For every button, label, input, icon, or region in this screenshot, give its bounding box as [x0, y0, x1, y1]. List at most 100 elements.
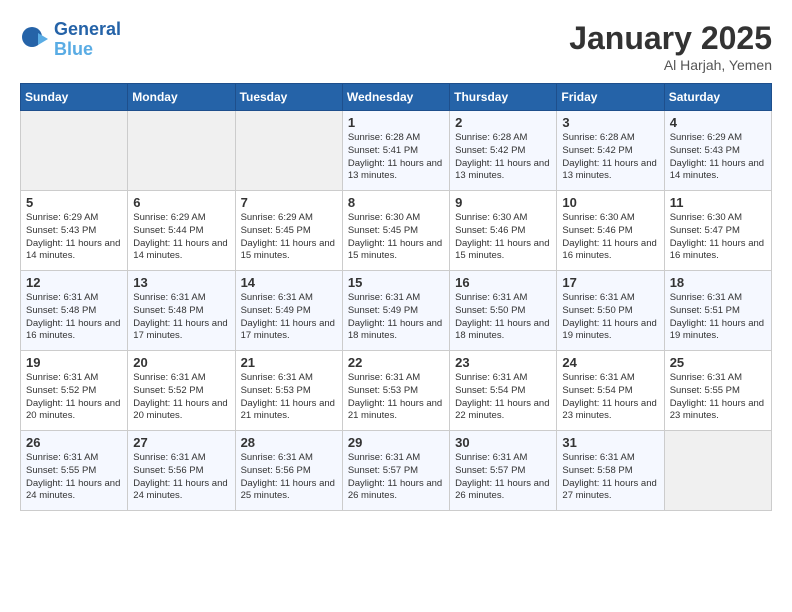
calendar-table: SundayMondayTuesdayWednesdayThursdayFrid… [20, 83, 772, 511]
day-number: 23 [455, 355, 551, 370]
cell-content: Sunrise: 6:31 AM Sunset: 5:58 PM Dayligh… [562, 452, 658, 503]
column-header-sunday: Sunday [21, 84, 128, 111]
day-number: 8 [348, 195, 444, 210]
cell-content: Sunrise: 6:28 AM Sunset: 5:41 PM Dayligh… [348, 132, 444, 183]
cell-content: Sunrise: 6:31 AM Sunset: 5:50 PM Dayligh… [562, 292, 658, 343]
calendar-week-row: 5 Sunrise: 6:29 AM Sunset: 5:43 PM Daylig… [21, 191, 772, 271]
day-number: 24 [562, 355, 658, 370]
column-header-saturday: Saturday [664, 84, 771, 111]
column-header-friday: Friday [557, 84, 664, 111]
calendar-cell: 5 Sunrise: 6:29 AM Sunset: 5:43 PM Daylig… [21, 191, 128, 271]
calendar-cell: 30Sunrise: 6:31 AM Sunset: 5:57 PM Dayli… [450, 431, 557, 511]
day-number: 6 [133, 195, 229, 210]
calendar-cell: 24Sunrise: 6:31 AM Sunset: 5:54 PM Dayli… [557, 351, 664, 431]
calendar-cell: 2 Sunrise: 6:28 AM Sunset: 5:42 PM Daylig… [450, 111, 557, 191]
day-number: 28 [241, 435, 337, 450]
cell-content: Sunrise: 6:29 AM Sunset: 5:43 PM Dayligh… [26, 212, 122, 263]
calendar-cell: 18 Sunrise: 6:31 AM Sunset: 5:51 PM Dayli… [664, 271, 771, 351]
calendar-cell: 31 Sunrise: 6:31 AM Sunset: 5:58 PM Dayli… [557, 431, 664, 511]
calendar-cell: 28 Sunrise: 6:31 AM Sunset: 5:56 PM Dayli… [235, 431, 342, 511]
day-number: 4 [670, 115, 766, 130]
day-number: 3 [562, 115, 658, 130]
day-number: 10 [562, 195, 658, 210]
calendar-cell: 1 Sunrise: 6:28 AM Sunset: 5:41 PM Daylig… [342, 111, 449, 191]
cell-content: Sunrise: 6:30 AM Sunset: 5:47 PM Dayligh… [670, 212, 766, 263]
cell-content: Sunrise: 6:31 AM Sunset: 5:49 PM Dayligh… [241, 292, 337, 343]
cell-content: Sunrise: 6:31 AM Sunset: 5:53 PM Dayligh… [348, 372, 444, 423]
calendar-cell: 23 Sunrise: 6:31 AM Sunset: 5:54 PM Dayli… [450, 351, 557, 431]
calendar-cell: 10 Sunrise: 6:30 AM Sunset: 5:46 PM Dayli… [557, 191, 664, 271]
title-block: January 2025 Al Harjah, Yemen [569, 20, 772, 73]
calendar-cell: 3Sunrise: 6:28 AM Sunset: 5:42 PM Daylig… [557, 111, 664, 191]
day-number: 7 [241, 195, 337, 210]
cell-content: Sunrise: 6:30 AM Sunset: 5:45 PM Dayligh… [348, 212, 444, 263]
day-number: 9 [455, 195, 551, 210]
calendar-week-row: 12 Sunrise: 6:31 AM Sunset: 5:48 PM Dayli… [21, 271, 772, 351]
day-number: 18 [670, 275, 766, 290]
column-header-monday: Monday [128, 84, 235, 111]
cell-content: Sunrise: 6:31 AM Sunset: 5:56 PM Dayligh… [241, 452, 337, 503]
location: Al Harjah, Yemen [569, 57, 772, 73]
day-number: 19 [26, 355, 122, 370]
cell-content: Sunrise: 6:31 AM Sunset: 5:53 PM Dayligh… [241, 372, 337, 423]
calendar-week-row: 19 Sunrise: 6:31 AM Sunset: 5:52 PM Dayli… [21, 351, 772, 431]
logo-icon [20, 25, 50, 55]
column-header-tuesday: Tuesday [235, 84, 342, 111]
calendar-week-row: 26 Sunrise: 6:31 AM Sunset: 5:55 PM Dayli… [21, 431, 772, 511]
cell-content: Sunrise: 6:31 AM Sunset: 5:48 PM Dayligh… [26, 292, 122, 343]
column-header-wednesday: Wednesday [342, 84, 449, 111]
day-number: 26 [26, 435, 122, 450]
cell-content: Sunrise: 6:31 AM Sunset: 5:56 PM Dayligh… [133, 452, 229, 503]
day-number: 27 [133, 435, 229, 450]
day-number: 29 [348, 435, 444, 450]
calendar-cell: 14 Sunrise: 6:31 AM Sunset: 5:49 PM Dayli… [235, 271, 342, 351]
cell-content: Sunrise: 6:31 AM Sunset: 5:55 PM Dayligh… [26, 452, 122, 503]
calendar-cell: 15 Sunrise: 6:31 AM Sunset: 5:49 PM Dayli… [342, 271, 449, 351]
calendar-cell: 6Sunrise: 6:29 AM Sunset: 5:44 PM Daylig… [128, 191, 235, 271]
calendar-cell: 7Sunrise: 6:29 AM Sunset: 5:45 PM Daylig… [235, 191, 342, 271]
cell-content: Sunrise: 6:31 AM Sunset: 5:51 PM Dayligh… [670, 292, 766, 343]
cell-content: Sunrise: 6:30 AM Sunset: 5:46 PM Dayligh… [455, 212, 551, 263]
day-number: 21 [241, 355, 337, 370]
calendar-cell: 17 Sunrise: 6:31 AM Sunset: 5:50 PM Dayli… [557, 271, 664, 351]
day-number: 31 [562, 435, 658, 450]
cell-content: Sunrise: 6:28 AM Sunset: 5:42 PM Dayligh… [455, 132, 551, 183]
day-number: 14 [241, 275, 337, 290]
calendar-cell: 20Sunrise: 6:31 AM Sunset: 5:52 PM Dayli… [128, 351, 235, 431]
cell-content: Sunrise: 6:31 AM Sunset: 5:54 PM Dayligh… [455, 372, 551, 423]
calendar-cell: 29 Sunrise: 6:31 AM Sunset: 5:57 PM Dayli… [342, 431, 449, 511]
calendar-cell [235, 111, 342, 191]
day-number: 11 [670, 195, 766, 210]
cell-content: Sunrise: 6:31 AM Sunset: 5:57 PM Dayligh… [348, 452, 444, 503]
cell-content: Sunrise: 6:29 AM Sunset: 5:43 PM Dayligh… [670, 132, 766, 183]
day-number: 17 [562, 275, 658, 290]
calendar-week-row: 1 Sunrise: 6:28 AM Sunset: 5:41 PM Daylig… [21, 111, 772, 191]
day-number: 12 [26, 275, 122, 290]
cell-content: Sunrise: 6:31 AM Sunset: 5:52 PM Dayligh… [26, 372, 122, 423]
day-number: 13 [133, 275, 229, 290]
calendar-cell: 11 Sunrise: 6:30 AM Sunset: 5:47 PM Dayli… [664, 191, 771, 271]
calendar-cell: 26 Sunrise: 6:31 AM Sunset: 5:55 PM Dayli… [21, 431, 128, 511]
day-number: 5 [26, 195, 122, 210]
calendar-cell [664, 431, 771, 511]
day-number: 2 [455, 115, 551, 130]
day-number: 25 [670, 355, 766, 370]
calendar-cell [128, 111, 235, 191]
day-number: 30 [455, 435, 551, 450]
calendar-cell: 9 Sunrise: 6:30 AM Sunset: 5:46 PM Daylig… [450, 191, 557, 271]
calendar-cell: 4 Sunrise: 6:29 AM Sunset: 5:43 PM Daylig… [664, 111, 771, 191]
logo: General Blue [20, 20, 121, 60]
calendar-cell: 8 Sunrise: 6:30 AM Sunset: 5:45 PM Daylig… [342, 191, 449, 271]
page-header: General Blue January 2025 Al Harjah, Yem… [20, 20, 772, 73]
cell-content: Sunrise: 6:30 AM Sunset: 5:46 PM Dayligh… [562, 212, 658, 263]
calendar-cell: 22Sunrise: 6:31 AM Sunset: 5:53 PM Dayli… [342, 351, 449, 431]
day-number: 15 [348, 275, 444, 290]
cell-content: Sunrise: 6:31 AM Sunset: 5:55 PM Dayligh… [670, 372, 766, 423]
calendar-cell: 12 Sunrise: 6:31 AM Sunset: 5:48 PM Dayli… [21, 271, 128, 351]
day-number: 1 [348, 115, 444, 130]
month-title: January 2025 [569, 20, 772, 57]
cell-content: Sunrise: 6:31 AM Sunset: 5:49 PM Dayligh… [348, 292, 444, 343]
calendar-cell: 16Sunrise: 6:31 AM Sunset: 5:50 PM Dayli… [450, 271, 557, 351]
calendar-body: 1 Sunrise: 6:28 AM Sunset: 5:41 PM Daylig… [21, 111, 772, 511]
calendar-cell: 19 Sunrise: 6:31 AM Sunset: 5:52 PM Dayli… [21, 351, 128, 431]
